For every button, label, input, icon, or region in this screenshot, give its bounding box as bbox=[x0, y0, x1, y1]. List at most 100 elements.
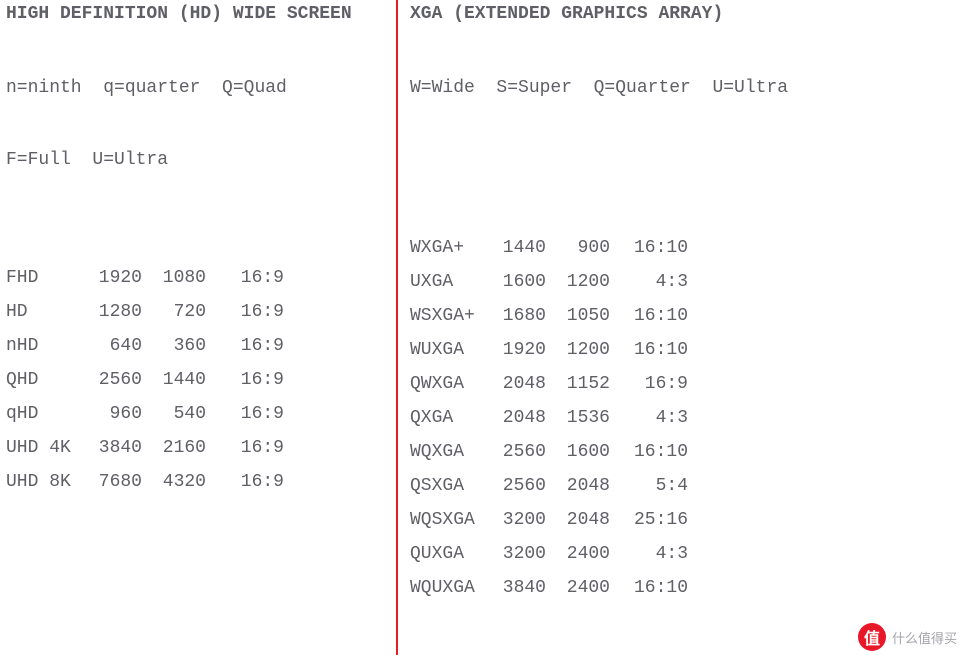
resolution-name: UXGA bbox=[410, 272, 488, 292]
resolution-width: 2048 bbox=[488, 408, 546, 428]
resolution-name: QSXGA bbox=[410, 476, 488, 496]
resolution-width: 2560 bbox=[488, 476, 546, 496]
resolution-width: 7680 bbox=[84, 472, 142, 492]
resolution-name: WSXGA+ bbox=[410, 306, 488, 326]
resolution-aspect: 4:3 bbox=[610, 408, 688, 428]
resolution-aspect: 16:10 bbox=[610, 578, 688, 598]
resolution-height: 2048 bbox=[546, 476, 610, 496]
resolution-width: 640 bbox=[84, 336, 142, 356]
xga-legend: W=Wide S=Super Q=Quarter U=Ultra bbox=[410, 38, 955, 150]
xga-heading: XGA (EXTENDED GRAPHICS ARRAY) bbox=[410, 4, 955, 24]
resolution-name: QUXGA bbox=[410, 544, 488, 564]
resolution-aspect: 5:4 bbox=[610, 476, 688, 496]
resolution-aspect: 16:9 bbox=[206, 404, 284, 424]
watermark-logo-icon: 值 bbox=[858, 623, 886, 651]
resolution-width: 1680 bbox=[488, 306, 546, 326]
xga-table: WXGA+144090016:10UXGA160012004:3WSXGA+16… bbox=[410, 238, 955, 598]
resolution-row: QUXGA320024004:3 bbox=[410, 544, 955, 564]
resolution-width: 1920 bbox=[488, 340, 546, 360]
resolution-height: 360 bbox=[142, 336, 206, 356]
resolution-aspect: 16:9 bbox=[206, 302, 284, 322]
resolution-height: 540 bbox=[142, 404, 206, 424]
resolution-aspect: 16:9 bbox=[206, 268, 284, 288]
resolution-row: WQXGA2560160016:10 bbox=[410, 442, 955, 462]
resolution-width: 3200 bbox=[488, 544, 546, 564]
resolution-aspect: 4:3 bbox=[610, 272, 688, 292]
hd-legend: n=ninth q=quarter Q=Quad F=Full U=Ultra bbox=[6, 38, 390, 222]
watermark: 值 什么值得买 bbox=[858, 623, 957, 651]
spacer bbox=[6, 232, 390, 268]
resolution-row: QWXGA2048115216:9 bbox=[410, 374, 955, 394]
resolution-height: 1536 bbox=[546, 408, 610, 428]
resolution-height: 2400 bbox=[546, 578, 610, 598]
resolution-name: WUXGA bbox=[410, 340, 488, 360]
resolution-height: 1080 bbox=[142, 268, 206, 288]
hd-legend-line: F=Full U=Ultra bbox=[6, 150, 390, 170]
resolution-name: qHD bbox=[6, 404, 84, 424]
resolution-row: WQUXGA3840240016:10 bbox=[410, 578, 955, 598]
xga-legend-line: W=Wide S=Super Q=Quarter U=Ultra bbox=[410, 78, 955, 98]
resolution-height: 1200 bbox=[546, 340, 610, 360]
resolution-row: WXGA+144090016:10 bbox=[410, 238, 955, 258]
resolution-width: 1920 bbox=[84, 268, 142, 288]
resolution-aspect: 16:10 bbox=[610, 306, 688, 326]
resolution-aspect: 16:10 bbox=[610, 238, 688, 258]
resolution-row: HD128072016:9 bbox=[6, 302, 390, 322]
resolution-aspect: 4:3 bbox=[610, 544, 688, 564]
resolution-width: 2560 bbox=[84, 370, 142, 390]
resolution-aspect: 16:10 bbox=[610, 340, 688, 360]
resolution-height: 1152 bbox=[546, 374, 610, 394]
resolution-aspect: 16:10 bbox=[610, 442, 688, 462]
resolution-name: FHD bbox=[6, 268, 84, 288]
resolution-row: WQSXGA3200204825:16 bbox=[410, 510, 955, 530]
resolution-row: WUXGA1920120016:10 bbox=[410, 340, 955, 360]
resolution-width: 1280 bbox=[84, 302, 142, 322]
resolution-name: QHD bbox=[6, 370, 84, 390]
resolution-width: 2560 bbox=[488, 442, 546, 462]
resolution-row: FHD1920108016:9 bbox=[6, 268, 390, 288]
resolution-width: 1600 bbox=[488, 272, 546, 292]
hd-table: FHD1920108016:9HD128072016:9nHD64036016:… bbox=[6, 268, 390, 492]
resolution-aspect: 25:16 bbox=[610, 510, 688, 530]
resolution-aspect: 16:9 bbox=[206, 438, 284, 458]
resolution-width: 3840 bbox=[488, 578, 546, 598]
resolution-name: HD bbox=[6, 302, 84, 322]
resolution-name: nHD bbox=[6, 336, 84, 356]
resolution-height: 1200 bbox=[546, 272, 610, 292]
xga-pane: XGA (EXTENDED GRAPHICS ARRAY) W=Wide S=S… bbox=[398, 0, 961, 655]
resolution-row: UHD 4K3840216016:9 bbox=[6, 438, 390, 458]
resolution-aspect: 16:9 bbox=[206, 370, 284, 390]
resolution-width: 960 bbox=[84, 404, 142, 424]
resolution-height: 1050 bbox=[546, 306, 610, 326]
resolution-width: 3200 bbox=[488, 510, 546, 530]
resolution-row: QXGA204815364:3 bbox=[410, 408, 955, 428]
resolution-aspect: 16:9 bbox=[206, 472, 284, 492]
resolution-row: QHD2560144016:9 bbox=[6, 370, 390, 390]
resolution-height: 2160 bbox=[142, 438, 206, 458]
resolution-name: WXGA+ bbox=[410, 238, 488, 258]
resolution-name: WQSXGA bbox=[410, 510, 488, 530]
watermark-text: 什么值得买 bbox=[892, 628, 957, 647]
resolution-name: WQUXGA bbox=[410, 578, 488, 598]
resolution-name: QXGA bbox=[410, 408, 488, 428]
resolution-row: WSXGA+1680105016:10 bbox=[410, 306, 955, 326]
hd-legend-line: n=ninth q=quarter Q=Quad bbox=[6, 78, 390, 98]
resolution-row: nHD64036016:9 bbox=[6, 336, 390, 356]
resolution-aspect: 16:9 bbox=[610, 374, 688, 394]
hd-pane: HIGH DEFINITION (HD) WIDE SCREEN n=ninth… bbox=[0, 0, 398, 655]
resolution-height: 1440 bbox=[142, 370, 206, 390]
resolution-row: QSXGA256020485:4 bbox=[410, 476, 955, 496]
resolution-name: QWXGA bbox=[410, 374, 488, 394]
resolution-aspect: 16:9 bbox=[206, 336, 284, 356]
resolution-height: 1600 bbox=[546, 442, 610, 462]
columns-container: HIGH DEFINITION (HD) WIDE SCREEN n=ninth… bbox=[0, 0, 961, 655]
resolution-width: 3840 bbox=[84, 438, 142, 458]
spacer bbox=[410, 160, 955, 238]
resolution-row: UHD 8K7680432016:9 bbox=[6, 472, 390, 492]
resolution-name: UHD 4K bbox=[6, 438, 84, 458]
resolution-height: 2400 bbox=[546, 544, 610, 564]
resolution-height: 4320 bbox=[142, 472, 206, 492]
resolution-name: UHD 8K bbox=[6, 472, 84, 492]
resolution-row: qHD96054016:9 bbox=[6, 404, 390, 424]
resolution-height: 2048 bbox=[546, 510, 610, 530]
